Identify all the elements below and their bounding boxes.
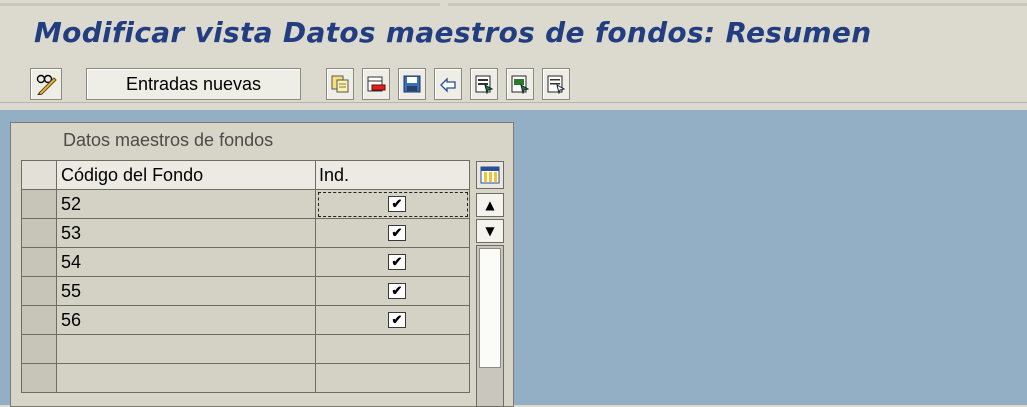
- table-row: 56 ✔: [21, 305, 470, 335]
- table-row: 55 ✔: [21, 276, 470, 306]
- main-area: Datos maestros de fondos Código del Fond…: [0, 110, 1027, 407]
- column-configuration-button[interactable]: [476, 161, 504, 189]
- data-table: Código del Fondo Ind. 52 ✔ 53 ✔ 54 ✔ 55: [21, 160, 470, 393]
- application-toolbar: Entradas nuevas: [0, 62, 1027, 103]
- ind-checkbox[interactable]: ✔: [388, 225, 406, 241]
- row-selector[interactable]: [21, 218, 57, 248]
- top-strip-segment: [448, 3, 1027, 6]
- new-entries-button[interactable]: Entradas nuevas: [86, 68, 301, 100]
- arrow-up-icon: ▲: [485, 198, 495, 212]
- row-selector[interactable]: [21, 363, 57, 393]
- select-all-rows-cell[interactable]: [21, 160, 57, 190]
- copy-button[interactable]: [326, 68, 354, 100]
- table-header-row: Código del Fondo Ind.: [21, 160, 470, 190]
- save-button[interactable]: [398, 68, 426, 100]
- deselect-all-icon: [547, 75, 566, 94]
- display-change-button[interactable]: [30, 68, 62, 100]
- scroll-up-button[interactable]: ▲: [476, 193, 504, 217]
- deselect-all-button[interactable]: [542, 68, 570, 100]
- select-block-icon: [511, 75, 530, 94]
- fund-code-cell: [56, 363, 316, 393]
- select-all-icon: [475, 75, 494, 94]
- pencil-glasses-icon: [36, 74, 57, 95]
- ind-checkbox[interactable]: ✔: [388, 196, 406, 212]
- ind-checkbox[interactable]: ✔: [388, 312, 406, 328]
- fund-code-cell: 55: [56, 276, 316, 306]
- scroll-track[interactable]: [476, 245, 504, 407]
- table-control-panel: Datos maestros de fondos Código del Fond…: [10, 122, 514, 407]
- delete-icon: [367, 76, 386, 92]
- ind-checkbox[interactable]: ✔: [388, 283, 406, 299]
- table-row: 53 ✔: [21, 218, 470, 248]
- fund-code-cell: 56: [56, 305, 316, 335]
- arrow-down-icon: ▼: [485, 224, 495, 238]
- table-row: [21, 363, 470, 393]
- undo-icon: [440, 77, 456, 93]
- undo-button[interactable]: [434, 68, 462, 100]
- row-selector[interactable]: [21, 247, 57, 277]
- table-row: 52 ✔: [21, 189, 470, 219]
- ind-checkbox[interactable]: ✔: [388, 254, 406, 270]
- fund-code-cell: 54: [56, 247, 316, 277]
- scroll-thumb[interactable]: [479, 248, 501, 368]
- delete-button[interactable]: [362, 68, 390, 100]
- table-settings-icon: [480, 166, 500, 184]
- fund-code-cell: 53: [56, 218, 316, 248]
- top-strip: [0, 0, 1027, 8]
- ind-cell: [315, 334, 470, 364]
- ind-cell: ✔: [315, 276, 470, 306]
- copy-icon: [331, 75, 349, 93]
- fund-code-cell: 52: [56, 189, 316, 219]
- column-header-codigo[interactable]: Código del Fondo: [56, 160, 316, 190]
- row-selector[interactable]: [21, 276, 57, 306]
- row-selector[interactable]: [21, 305, 57, 335]
- column-header-ind[interactable]: Ind.: [315, 160, 470, 190]
- ind-cell: [315, 363, 470, 393]
- row-selector[interactable]: [21, 189, 57, 219]
- ind-cell: ✔: [315, 305, 470, 335]
- fund-code-cell: [56, 334, 316, 364]
- table-row: 54 ✔: [21, 247, 470, 277]
- page-title: Modificar vista Datos maestros de fondos…: [34, 16, 872, 49]
- vertical-scrollbar[interactable]: ▲ ▼: [476, 161, 504, 407]
- select-block-button[interactable]: [506, 68, 534, 100]
- ind-cell: ✔: [315, 247, 470, 277]
- ind-cell: ✔: [315, 218, 470, 248]
- ind-cell: ✔: [315, 189, 470, 219]
- top-strip-segment: [0, 3, 440, 6]
- table-row: [21, 334, 470, 364]
- table-title: Datos maestros de fondos: [63, 130, 274, 150]
- row-selector[interactable]: [21, 334, 57, 364]
- scroll-down-button[interactable]: ▼: [476, 219, 504, 243]
- save-icon: [403, 75, 421, 93]
- select-all-button[interactable]: [470, 68, 498, 100]
